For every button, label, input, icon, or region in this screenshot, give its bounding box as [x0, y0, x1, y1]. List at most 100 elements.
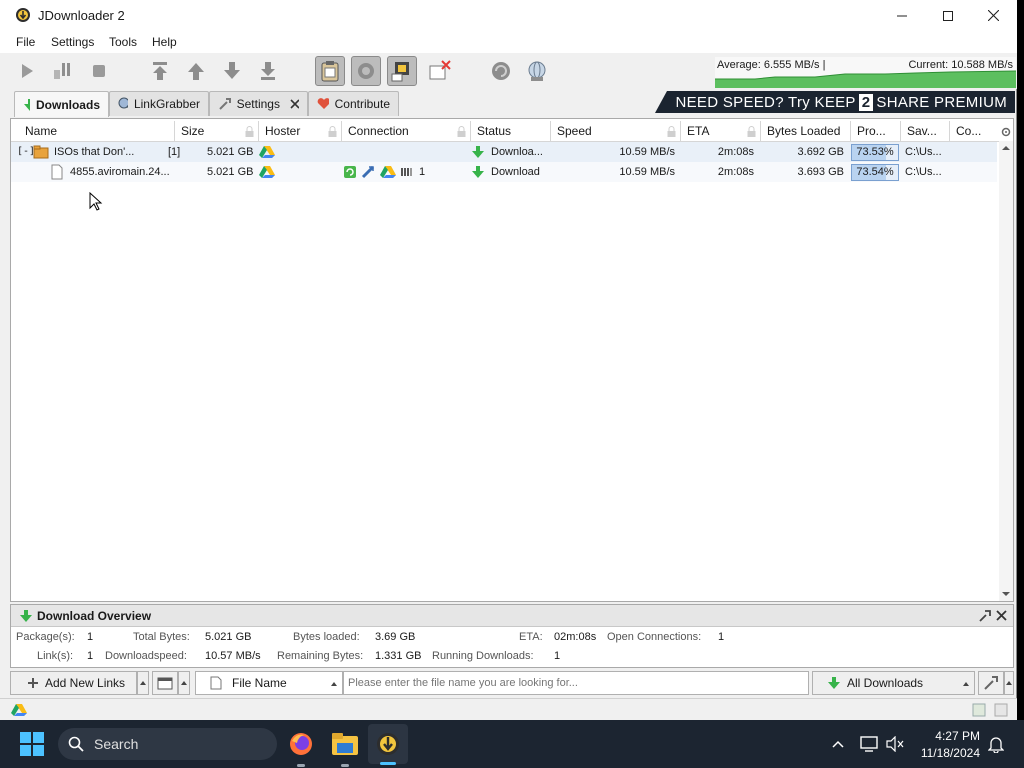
average-speed-label: Average: 6.555 MB/s | — [717, 59, 826, 71]
volume-muted-icon[interactable] — [886, 736, 904, 752]
silent-mode-toggle[interactable] — [425, 56, 455, 86]
package-progress-bar: 73.53% — [851, 144, 899, 161]
jdownloader-logo-icon — [16, 8, 30, 22]
move-to-bottom-button[interactable] — [253, 56, 283, 86]
view-filter-label: All Downloads — [847, 676, 924, 690]
link-row[interactable]: 4855.aviromain.24... 5.021 GB 1 Download… — [11, 162, 997, 182]
jdownloader-active-indicator — [380, 762, 396, 765]
premium-toggle[interactable] — [387, 56, 417, 86]
sort-schedule-button[interactable] — [152, 671, 178, 695]
tab-settings[interactable]: Settings — [209, 91, 308, 116]
wrench-icon[interactable] — [979, 610, 991, 622]
current-speed-label: Current: 10.588 MB/s — [908, 59, 1013, 71]
view-filter-selector[interactable]: All Downloads — [812, 671, 975, 695]
tab-contribute-label: Contribute — [334, 97, 390, 111]
package-name: ISOs that Don'... — [54, 146, 135, 158]
link-status: Download — [491, 166, 540, 178]
status-refresh-icon[interactable] — [972, 703, 986, 717]
chevron-up-icon[interactable] — [832, 740, 844, 748]
status-clipboard-icon[interactable] — [994, 703, 1008, 717]
file-name-search-input[interactable] — [343, 671, 809, 695]
column-name[interactable]: Name — [19, 121, 175, 142]
network-icon[interactable] — [860, 736, 878, 752]
speed-meter-graph: Average: 6.555 MB/s | Current: 10.588 MB… — [715, 57, 1016, 88]
column-settings-gear-icon[interactable] — [1001, 127, 1011, 137]
menu-settings[interactable]: Settings — [51, 35, 94, 49]
lock-icon — [667, 126, 676, 137]
menu-help[interactable]: Help — [152, 35, 177, 49]
tab-contribute[interactable]: Contribute — [308, 91, 399, 116]
file-explorer-icon[interactable] — [332, 733, 358, 755]
package-bytes-loaded: 3.692 GB — [797, 146, 844, 158]
scroll-up-arrow-icon[interactable] — [999, 143, 1013, 153]
link-bytes-loaded: 3.693 GB — [797, 166, 844, 178]
linkgrabber-icon — [118, 97, 128, 109]
table-vertical-scrollbar[interactable] — [999, 141, 1013, 601]
add-links-menu-arrow[interactable] — [137, 671, 149, 695]
maximize-icon — [943, 10, 953, 21]
search-field-selector[interactable]: File Name — [195, 671, 343, 695]
clipboard-observer-toggle[interactable] — [315, 56, 345, 86]
taskbar-search-label: Search — [94, 736, 139, 752]
chevron-up-icon — [331, 682, 337, 686]
taskbar-search-box[interactable]: Search — [58, 728, 277, 760]
remaining-bytes-label: Remaining Bytes: — [277, 650, 364, 662]
packages-value: 1 — [87, 631, 94, 643]
move-down-button[interactable] — [217, 56, 247, 86]
column-status[interactable]: Status — [471, 121, 551, 142]
package-row[interactable]: [-] ISOs that Don'... [1] 5.021 GB Downl… — [11, 142, 997, 162]
banner-share-text: SHARE — [876, 93, 930, 111]
update-button[interactable] — [522, 56, 552, 86]
google-drive-icon[interactable] — [11, 703, 27, 717]
tab-settings-label: Settings — [236, 97, 280, 111]
file-icon — [51, 164, 63, 180]
eta-value: 02m:08s — [554, 631, 597, 643]
close-button[interactable] — [970, 0, 1016, 31]
stop-downloads-button[interactable] — [84, 56, 114, 86]
clock-time[interactable]: 4:27 PM — [906, 729, 980, 743]
download-arrow-icon — [828, 677, 840, 689]
column-progress[interactable]: Pro... — [851, 121, 901, 142]
heart-icon — [317, 98, 329, 109]
column-comment[interactable]: Co... — [950, 121, 999, 142]
menu-file[interactable]: File — [16, 35, 35, 49]
scroll-down-arrow-icon[interactable] — [999, 589, 1013, 599]
auto-reconnect-toggle[interactable] — [351, 56, 381, 86]
link-progress-bar: 73.54% — [851, 164, 899, 181]
minimize-button[interactable] — [879, 0, 925, 31]
sort-menu-arrow[interactable] — [178, 671, 190, 695]
table-header: Name Size Hoster Connection Status Speed… — [11, 121, 1011, 142]
column-save-to[interactable]: Sav... — [901, 121, 950, 142]
move-to-top-button[interactable] — [145, 56, 175, 86]
column-size[interactable]: Size — [175, 121, 259, 142]
bottom-bar-settings-arrow[interactable] — [1004, 671, 1014, 695]
tab-downloads[interactable]: Downloads — [14, 91, 109, 117]
banner-pre-text: NEED SPEED? Try — [675, 93, 815, 111]
close-panel-icon[interactable] — [996, 610, 1007, 621]
column-hoster[interactable]: Hoster — [259, 121, 342, 142]
maximize-button[interactable] — [925, 0, 971, 31]
column-connection[interactable]: Connection — [342, 121, 471, 142]
menu-tools[interactable]: Tools — [109, 35, 137, 49]
jdownloader-taskbar-button[interactable] — [368, 724, 408, 765]
bottom-bar-settings-button[interactable] — [978, 671, 1004, 695]
reconnect-button[interactable] — [486, 56, 516, 86]
column-bytes-loaded[interactable]: Bytes Loaded — [761, 121, 851, 142]
column-speed[interactable]: Speed — [551, 121, 681, 142]
move-up-button[interactable] — [181, 56, 211, 86]
pause-downloads-button[interactable] — [47, 56, 77, 86]
downloading-status-icon — [472, 146, 484, 158]
column-eta[interactable]: ETA — [681, 121, 761, 142]
tab-linkgrabber[interactable]: LinkGrabber — [109, 91, 209, 116]
clock-date[interactable]: 11/18/2024 — [906, 746, 980, 760]
windows-start-icon[interactable] — [20, 732, 44, 756]
start-downloads-button[interactable] — [12, 56, 42, 86]
chevron-up-icon — [181, 681, 187, 685]
firefox-icon[interactable] — [288, 731, 314, 757]
notifications-bell-icon[interactable] — [988, 735, 1004, 753]
add-new-links-button[interactable]: Add New Links — [10, 671, 137, 695]
downloadspeed-label: Downloadspeed: — [105, 650, 187, 662]
close-tab-icon[interactable] — [290, 99, 299, 109]
premium-advert-banner[interactable]: NEED SPEED? Try KEEP 2 SHARE PREMIUM — [655, 91, 1015, 113]
banner-keep-text: KEEP — [814, 93, 856, 111]
